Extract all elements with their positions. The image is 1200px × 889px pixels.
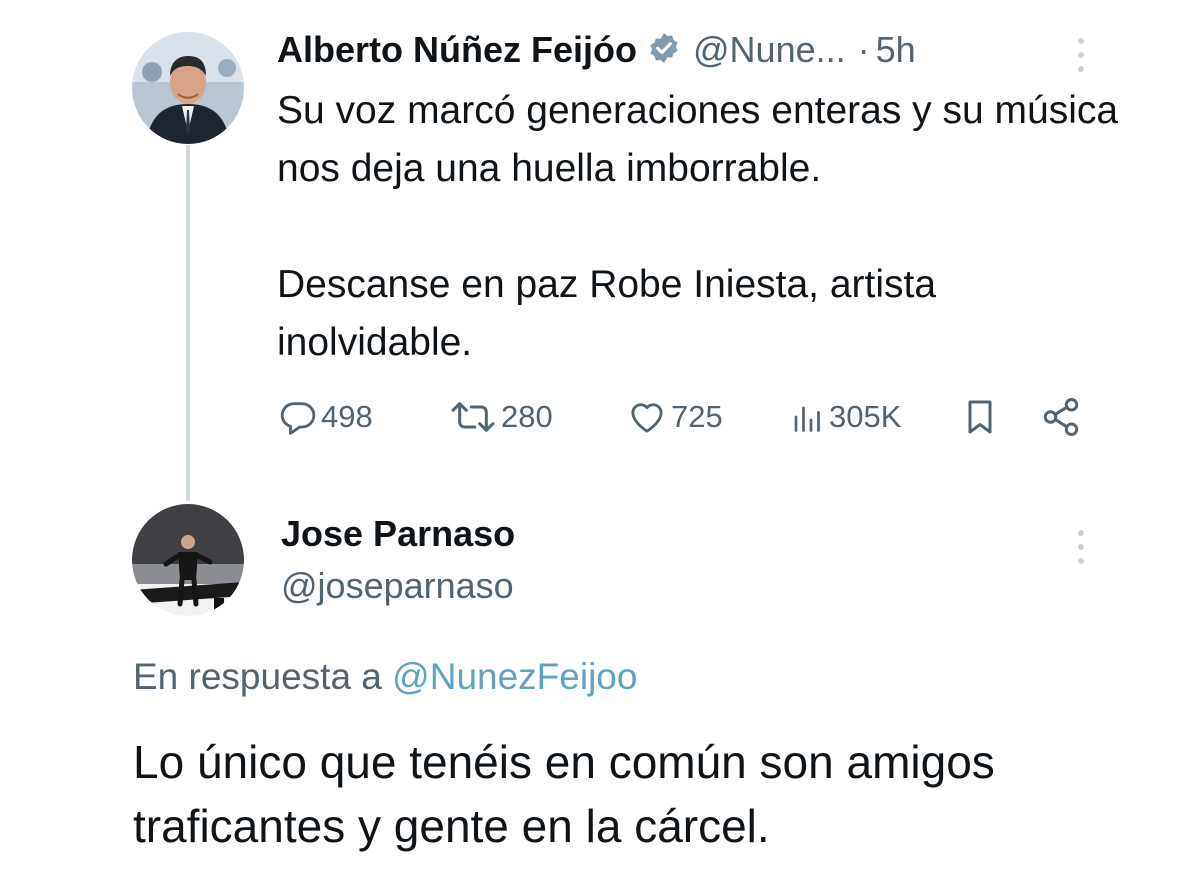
- bookmark-button[interactable]: [960, 394, 1000, 440]
- repost-icon: [451, 402, 495, 432]
- post-header: Alberto Núñez Feijóo @Nune... · 5h: [277, 26, 916, 74]
- post-paragraph: Descanse en paz Robe Iniesta, artista in…: [277, 263, 937, 364]
- bar-chart-icon: [794, 406, 820, 432]
- in-reply-to-line: En respuesta a @NunezFeijoo: [133, 652, 637, 702]
- like-count: 725: [671, 399, 723, 434]
- reply-count: 498: [321, 399, 373, 434]
- repost-count: 280: [501, 399, 553, 434]
- share-button[interactable]: [1040, 394, 1082, 440]
- verified-badge-icon: [647, 31, 681, 70]
- reply-action-button[interactable]: 498: [278, 394, 373, 440]
- post-timestamp[interactable]: 5h: [876, 29, 916, 71]
- reply-author-avatar[interactable]: [132, 504, 244, 616]
- in-reply-to-handle-link[interactable]: @NunezFeijoo: [392, 656, 637, 697]
- in-reply-to-label: En respuesta a: [133, 656, 382, 697]
- bookmark-icon: [968, 400, 992, 434]
- post-more-vertical-icon[interactable]: [1074, 36, 1088, 79]
- post-author-name[interactable]: Alberto Núñez Feijóo: [277, 29, 637, 71]
- share-icon: [1043, 398, 1079, 436]
- post-text: Su voz marcó generaciones enteras y su m…: [277, 82, 1137, 372]
- post-author-avatar[interactable]: [132, 32, 244, 144]
- post-separator: ·: [857, 29, 870, 70]
- reply-author-name[interactable]: Jose Parnaso: [281, 510, 515, 558]
- repost-action-button[interactable]: 280: [448, 394, 553, 440]
- heart-icon: [631, 403, 663, 433]
- reply-author-handle[interactable]: @joseparnaso: [281, 562, 514, 610]
- comment-icon: [280, 402, 316, 435]
- reply-more-vertical-icon[interactable]: [1074, 528, 1088, 571]
- post-author-handle[interactable]: @Nune...: [693, 29, 846, 71]
- post-paragraph: Su voz marcó generaciones enteras y su m…: [277, 89, 1119, 190]
- views-count: 305K: [829, 399, 902, 434]
- views-action-button[interactable]: 305K: [790, 394, 901, 440]
- like-action-button[interactable]: 725: [626, 394, 723, 440]
- thread-connector-line: [186, 145, 190, 501]
- reply-text: Lo único que tenéis en común son amigos …: [133, 736, 995, 852]
